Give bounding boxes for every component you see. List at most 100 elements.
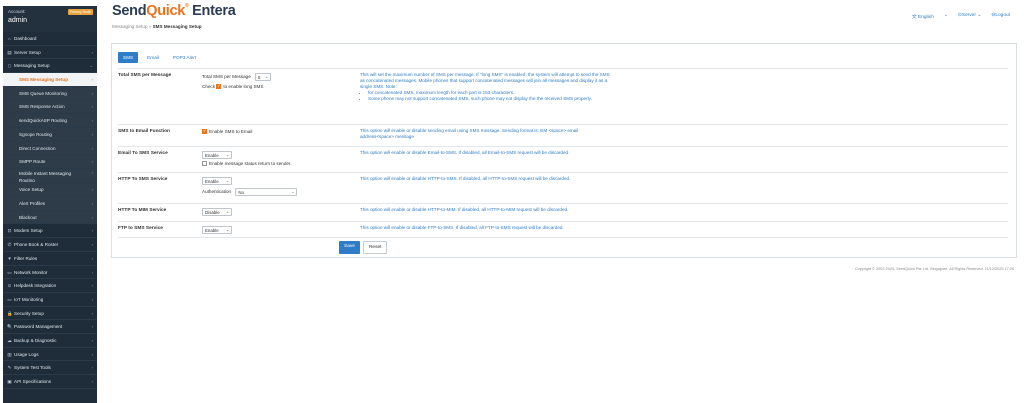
long-sms-checkbox[interactable] — [216, 83, 222, 90]
email-to-sms-help: This option will enable or disable Email… — [360, 150, 570, 155]
reset-button[interactable]: Reset — [362, 241, 388, 254]
row-sms-to-email: SMS to Email Function Enable SMS to Emai… — [118, 124, 1008, 145]
sidebar-item-password-management[interactable]: 🔍 Password Management › — [3, 320, 97, 334]
sidebar-item-backup-diagnostic[interactable]: ☁ Backup & Diagnostic › — [3, 334, 97, 348]
chart-icon: ▥ — [7, 351, 12, 357]
chevron-down-icon: ⌄ — [89, 63, 93, 69]
tab-sms[interactable]: SMS — [118, 52, 139, 63]
helpdesk-icon: ⊙ — [7, 283, 12, 289]
sidebar-item-sms-queue-monitoring[interactable]: SMS Queue Monitoring › — [3, 86, 97, 101]
chevron-right-icon: › — [91, 365, 93, 371]
iot-icon: ▭ — [7, 296, 12, 302]
sidebar-item-iot-monitoring[interactable]: ▭ IoT Monitoring › — [3, 293, 97, 307]
chevron-right-icon: › — [91, 214, 93, 220]
ftp-to-sms-help: This option will enable or disable FTP-t… — [360, 225, 564, 230]
save-button[interactable]: Save — [339, 241, 360, 254]
sidebar-item-phone-book[interactable]: ✆ Phone Book & Roster › — [3, 238, 97, 252]
sidebar-item-server-setup[interactable]: ▤ Server Setup › — [3, 46, 97, 60]
chevron-right-icon: › — [91, 296, 93, 302]
email-to-sms-label: Email To SMS Service — [118, 151, 168, 156]
chevron-right-icon: › — [91, 104, 93, 110]
http-to-sms-help: This option will enable or disable HTTP-… — [360, 176, 571, 181]
http-to-mim-help: This option will enable or disable HTTP-… — [360, 207, 569, 212]
chevron-right-icon: › — [91, 145, 93, 151]
chevron-right-icon: › — [91, 131, 93, 137]
breadcrumb-parent[interactable]: Messaging Setup — [112, 24, 148, 29]
sidebar-item-blackout[interactable]: Blackout › — [3, 210, 97, 225]
help-bullet: Some phone may not support concatenated … — [368, 96, 610, 102]
chevron-right-icon: › — [91, 255, 93, 261]
primary-node-badge: Primary Node — [67, 9, 93, 15]
total-sms-help: This will set the maximum number of SMS … — [360, 72, 610, 102]
sidebar-item-security-setup[interactable]: 🔒 Security Setup › — [3, 307, 97, 321]
sidebar-item-api-specifications[interactable]: ▣ API Specifications › — [3, 375, 97, 389]
sidebar-item-alert-profiles[interactable]: Alert Profiles › — [3, 197, 97, 211]
chevron-down-icon: ⌄ — [225, 153, 229, 157]
sidebar-item-direct-connection[interactable]: Direct Connection › — [3, 141, 97, 156]
sidebar-item-system-test-tools[interactable]: ✎ System Test Tools › — [3, 361, 97, 375]
phone-icon: ▯ — [8, 63, 11, 69]
sidebar-item-dashboard[interactable]: ⌂ Dashboard — [3, 32, 97, 46]
total-sms-select[interactable]: 5 ⌄ — [255, 73, 272, 81]
chevron-right-icon: › — [91, 228, 93, 234]
http-to-mim-label: HTTP To MIM Service — [118, 208, 167, 213]
cloud-icon: ☁ — [7, 337, 12, 343]
ftp-to-sms-select[interactable]: Enable ⌄ — [202, 226, 232, 234]
language-chevron-icon[interactable]: ⌄ — [944, 13, 948, 20]
ftp-to-sms-label: FTP to SMS Service — [118, 226, 163, 231]
sidebar: Account: admin Primary Node ⌂ Dashboard ▤… — [3, 6, 97, 403]
sidebar-item-sms-response-action[interactable]: SMS Response Action › — [3, 100, 97, 115]
server-icon: ▤ — [7, 49, 12, 55]
chevron-down-icon: ⌄ — [291, 190, 295, 194]
sidebar-item-filter-rules[interactable]: ▼ Filter Rules › — [3, 252, 97, 266]
account-name: admin — [8, 17, 28, 24]
top-bar: 文 English ⌄ ⊙Server ⌄ ⊖Logout — [912, 13, 1010, 20]
sidebar-item-messaging-setup[interactable]: ▯ Messaging Setup ⌄ — [3, 59, 97, 74]
sidebar-item-modem-setup[interactable]: ⊡ Modem Setup › — [3, 224, 97, 239]
chevron-right-icon: › — [91, 242, 93, 248]
http-to-sms-label: HTTP To SMS Service — [118, 177, 168, 182]
key-icon: 🔍 — [7, 324, 13, 330]
chevron-right-icon: › — [91, 169, 93, 175]
account-panel: Account: admin Primary Node — [3, 6, 97, 32]
http-to-mim-select[interactable]: Disable ⌄ — [202, 208, 232, 216]
tab-pop3-alert[interactable]: POP3 Alert — [168, 52, 201, 63]
language-selector[interactable]: 文 English — [912, 13, 934, 20]
sidebar-item-sms-messaging-setup[interactable]: SMS Messaging Setup › — [3, 73, 97, 87]
phone-book-icon: ✆ — [7, 242, 12, 248]
api-icon: ▣ — [7, 379, 12, 384]
status-return-checkbox[interactable] — [202, 161, 207, 167]
sidebar-item-network-monitor[interactable]: ▭ Network Monitor › — [3, 266, 97, 280]
sidebar-item-sgnope-routing[interactable]: Sgnope Routing › — [3, 127, 97, 142]
chevron-down-icon: ⌄ — [264, 75, 269, 79]
sidebar-item-helpdesk-integration[interactable]: ⊙ Helpdesk Integration › — [3, 279, 97, 293]
app-logo[interactable]: SendQuick® Entera — [112, 3, 236, 19]
chevron-right-icon: › — [91, 159, 93, 165]
row-http-to-sms: HTTP To SMS Service Enable ⌄ Authenticati… — [118, 172, 1008, 202]
tab-email[interactable]: Email — [142, 52, 164, 63]
http-to-sms-select[interactable]: Enable ⌄ — [202, 177, 232, 185]
sidebar-item-usage-logs[interactable]: ▥ Usage Logs › — [3, 348, 97, 362]
email-to-sms-select[interactable]: Enable ⌄ — [202, 151, 232, 159]
authentication-select[interactable]: No ⌄ — [235, 188, 298, 196]
home-icon: ⌂ — [8, 36, 11, 41]
chevron-right-icon: › — [91, 310, 93, 316]
sms-to-email-help: This option will enable or disable sendi… — [360, 128, 579, 139]
chevron-right-icon: › — [91, 351, 93, 357]
sms-to-email-checkbox[interactable] — [202, 128, 207, 135]
modem-icon: ⊡ — [7, 228, 12, 234]
sidebar-item-voice-setup[interactable]: Voice Setup › — [3, 183, 97, 198]
total-sms-label: Total SMS per Message — [118, 73, 172, 78]
server-menu[interactable]: ⊙Server ⌄ — [958, 13, 982, 20]
sidebar-item-mim-routing[interactable]: Mobile Instant Messaging Routing › — [3, 168, 97, 184]
sidebar-item-sendquickasp-routing[interactable]: sendQuickASP Routing › — [3, 114, 97, 128]
chevron-right-icon: › — [91, 49, 93, 55]
chevron-right-icon: › — [91, 283, 93, 289]
chevron-right-icon: › — [91, 77, 93, 83]
breadcrumb: Messaging Setup » SMS Messaging Setup — [112, 24, 202, 29]
sidebar-nav: ⌂ Dashboard ▤ Server Setup › ▯ Messaging Set… — [3, 32, 97, 389]
wrench-icon: ✎ — [7, 365, 12, 371]
logout-link[interactable]: ⊖Logout — [991, 13, 1010, 20]
sidebar-item-smpp-route[interactable]: SMPP Route › — [3, 155, 97, 169]
monitor-icon: ▭ — [7, 269, 12, 275]
